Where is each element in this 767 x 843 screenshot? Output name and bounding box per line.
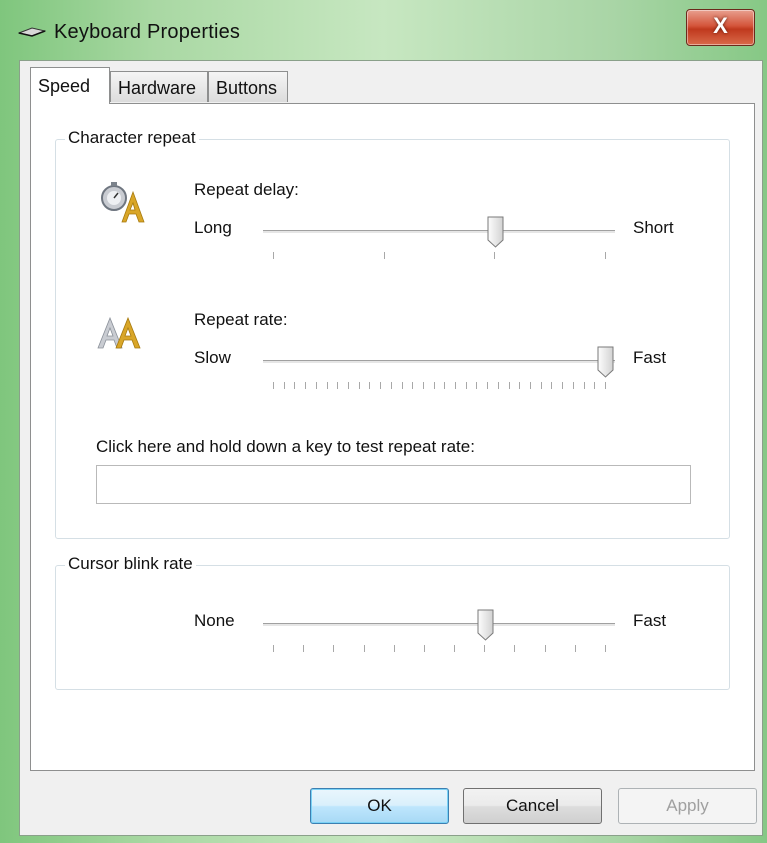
slider-tick bbox=[466, 382, 467, 389]
slider-tick bbox=[412, 382, 413, 389]
slider-track[interactable] bbox=[263, 230, 615, 234]
slider-tick bbox=[384, 252, 385, 259]
tab-hardware-label: Hardware bbox=[118, 78, 197, 98]
slider-tick bbox=[424, 645, 425, 652]
tab-hardware[interactable]: Hardware bbox=[110, 71, 208, 102]
slider-tick bbox=[402, 382, 403, 389]
slider-tick bbox=[551, 382, 552, 389]
slider-tick bbox=[545, 645, 546, 652]
slider-tick bbox=[359, 382, 360, 389]
test-repeat-input[interactable] bbox=[96, 465, 691, 504]
close-icon: X bbox=[713, 13, 728, 38]
tab-speed[interactable]: Speed bbox=[30, 67, 110, 104]
window-title: Keyboard Properties bbox=[54, 21, 241, 43]
slider-tick bbox=[509, 382, 510, 389]
repeat-rate-label: Repeat rate: bbox=[194, 310, 288, 329]
slider-tick bbox=[364, 645, 365, 652]
slider-tick bbox=[605, 252, 606, 259]
slider-tick bbox=[575, 645, 576, 652]
character-repeat-group-label: Character repeat bbox=[65, 128, 199, 148]
slider-tick bbox=[333, 645, 334, 652]
tab-buttons-label: Buttons bbox=[216, 78, 278, 98]
tab-speed-label: Speed bbox=[38, 76, 91, 96]
cursor-blink-max-label: Fast bbox=[633, 611, 667, 630]
slider-tick bbox=[394, 645, 395, 652]
slider-tick bbox=[605, 382, 606, 389]
slider-thumb[interactable] bbox=[487, 216, 504, 248]
stopwatch-letter-icon bbox=[101, 182, 145, 223]
slider-tick bbox=[305, 382, 306, 389]
cancel-button[interactable]: Cancel bbox=[463, 788, 602, 824]
slider-tick bbox=[498, 382, 499, 389]
slider-tick bbox=[530, 382, 531, 389]
slider-tick bbox=[487, 382, 488, 389]
repeat-delay-label: Repeat delay: bbox=[194, 180, 299, 199]
tab-buttons[interactable]: Buttons bbox=[208, 71, 288, 102]
slider-tick bbox=[284, 382, 285, 389]
slider-track[interactable] bbox=[263, 623, 615, 627]
slider-tick bbox=[273, 382, 274, 389]
character-repeat-group: Character repeat Repeat delay: Long Shor… bbox=[55, 128, 730, 539]
slider-tick bbox=[541, 382, 542, 389]
slider-tick bbox=[573, 382, 574, 389]
slider-tick bbox=[519, 382, 520, 389]
slider-tick bbox=[380, 382, 381, 389]
slider-tick bbox=[337, 382, 338, 389]
speed-tab-panel: Character repeat Repeat delay: Long Shor… bbox=[30, 103, 755, 771]
slider-tick bbox=[494, 252, 495, 259]
slider-thumb[interactable] bbox=[597, 346, 614, 378]
repeat-rate-max-label: Fast bbox=[633, 348, 667, 367]
cursor-blink-min-label: None bbox=[194, 611, 235, 630]
apply-button[interactable]: Apply bbox=[618, 788, 757, 824]
slider-tick bbox=[562, 382, 563, 389]
slider-tick bbox=[303, 645, 304, 652]
ok-button[interactable]: OK bbox=[310, 788, 449, 824]
keyboard-icon bbox=[18, 27, 46, 37]
slider-tick bbox=[455, 382, 456, 389]
slider-tick bbox=[294, 382, 295, 389]
slider-tick bbox=[273, 252, 274, 259]
dialog-window: Keyboard Properties X Speed Hardware But… bbox=[0, 0, 767, 843]
slider-tick bbox=[434, 382, 435, 389]
double-letter-icon bbox=[97, 316, 141, 349]
repeat-delay-max-label: Short bbox=[633, 218, 674, 237]
repeat-delay-min-label: Long bbox=[194, 218, 232, 237]
slider-tick bbox=[454, 645, 455, 652]
title-bar[interactable]: Keyboard Properties X bbox=[0, 0, 767, 66]
slider-tick bbox=[348, 382, 349, 389]
slider-tick bbox=[316, 382, 317, 389]
slider-tick bbox=[391, 382, 392, 389]
slider-tick bbox=[327, 382, 328, 389]
slider-tick bbox=[273, 645, 274, 652]
dialog-client-area: Speed Hardware Buttons Character repeat … bbox=[19, 60, 763, 836]
test-repeat-prompt: Click here and hold down a key to test r… bbox=[96, 437, 475, 456]
slider-tick bbox=[605, 645, 606, 652]
slider-tick bbox=[423, 382, 424, 389]
repeat-rate-min-label: Slow bbox=[194, 348, 231, 367]
slider-thumb[interactable] bbox=[477, 609, 494, 641]
slider-tick bbox=[476, 382, 477, 389]
cursor-blink-group-label: Cursor blink rate bbox=[65, 554, 196, 574]
slider-tick bbox=[594, 382, 595, 389]
slider-tick bbox=[584, 382, 585, 389]
slider-tick bbox=[484, 645, 485, 652]
cursor-blink-group: Cursor blink rate None Fast bbox=[55, 554, 730, 690]
slider-tick bbox=[444, 382, 445, 389]
slider-tick bbox=[369, 382, 370, 389]
slider-track[interactable] bbox=[263, 360, 615, 364]
close-button[interactable]: X bbox=[686, 9, 755, 46]
slider-tick bbox=[514, 645, 515, 652]
